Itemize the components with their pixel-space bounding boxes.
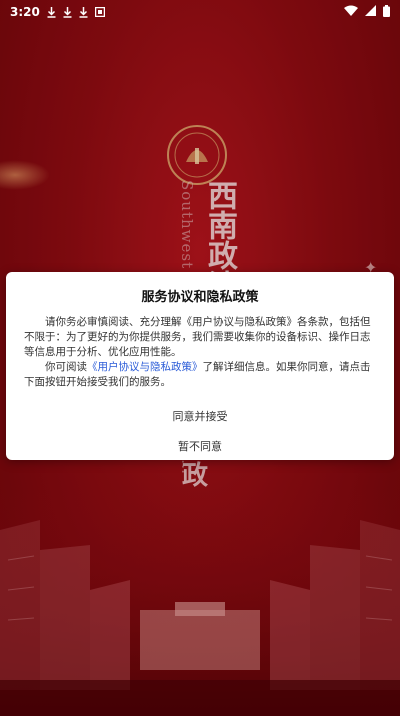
dialog-paragraph-2: 你可阅读《用户协议与隐私政策》了解详细信息。如果你同意，请点击下面按钮开始接受我… (24, 360, 376, 390)
battery-icon (383, 4, 390, 20)
square-notification-icon (94, 7, 105, 17)
privacy-policy-dialog: 服务协议和隐私政策 请你务必审慎阅读、充分理解《用户协议与隐私政策》各条款，包括… (6, 272, 394, 460)
wifi-icon (344, 5, 358, 19)
status-time: 3:20 (10, 5, 40, 19)
download-icon (63, 6, 72, 18)
user-agreement-privacy-link[interactable]: 《用户协议与隐私政策》 (87, 361, 203, 373)
dialog-paragraph-1: 请你务必审慎阅读、充分理解《用户协议与隐私政策》各条款，包括但不限于：为了更好的… (24, 316, 371, 358)
dialog-body: 请你务必审慎阅读、充分理解《用户协议与隐私政策》各条款，包括但不限于：为了更好的… (24, 315, 376, 390)
download-icon (79, 6, 88, 18)
agree-button[interactable]: 同意并接受 (24, 405, 376, 427)
signal-icon (365, 5, 376, 19)
disagree-button[interactable]: 暂不同意 (24, 435, 376, 457)
paragraph-2-prefix: 你可阅读 (45, 361, 87, 373)
status-bar: 3:20 (0, 0, 400, 24)
dialog-title: 服务协议和隐私政策 (141, 290, 259, 305)
download-icon (47, 6, 56, 18)
